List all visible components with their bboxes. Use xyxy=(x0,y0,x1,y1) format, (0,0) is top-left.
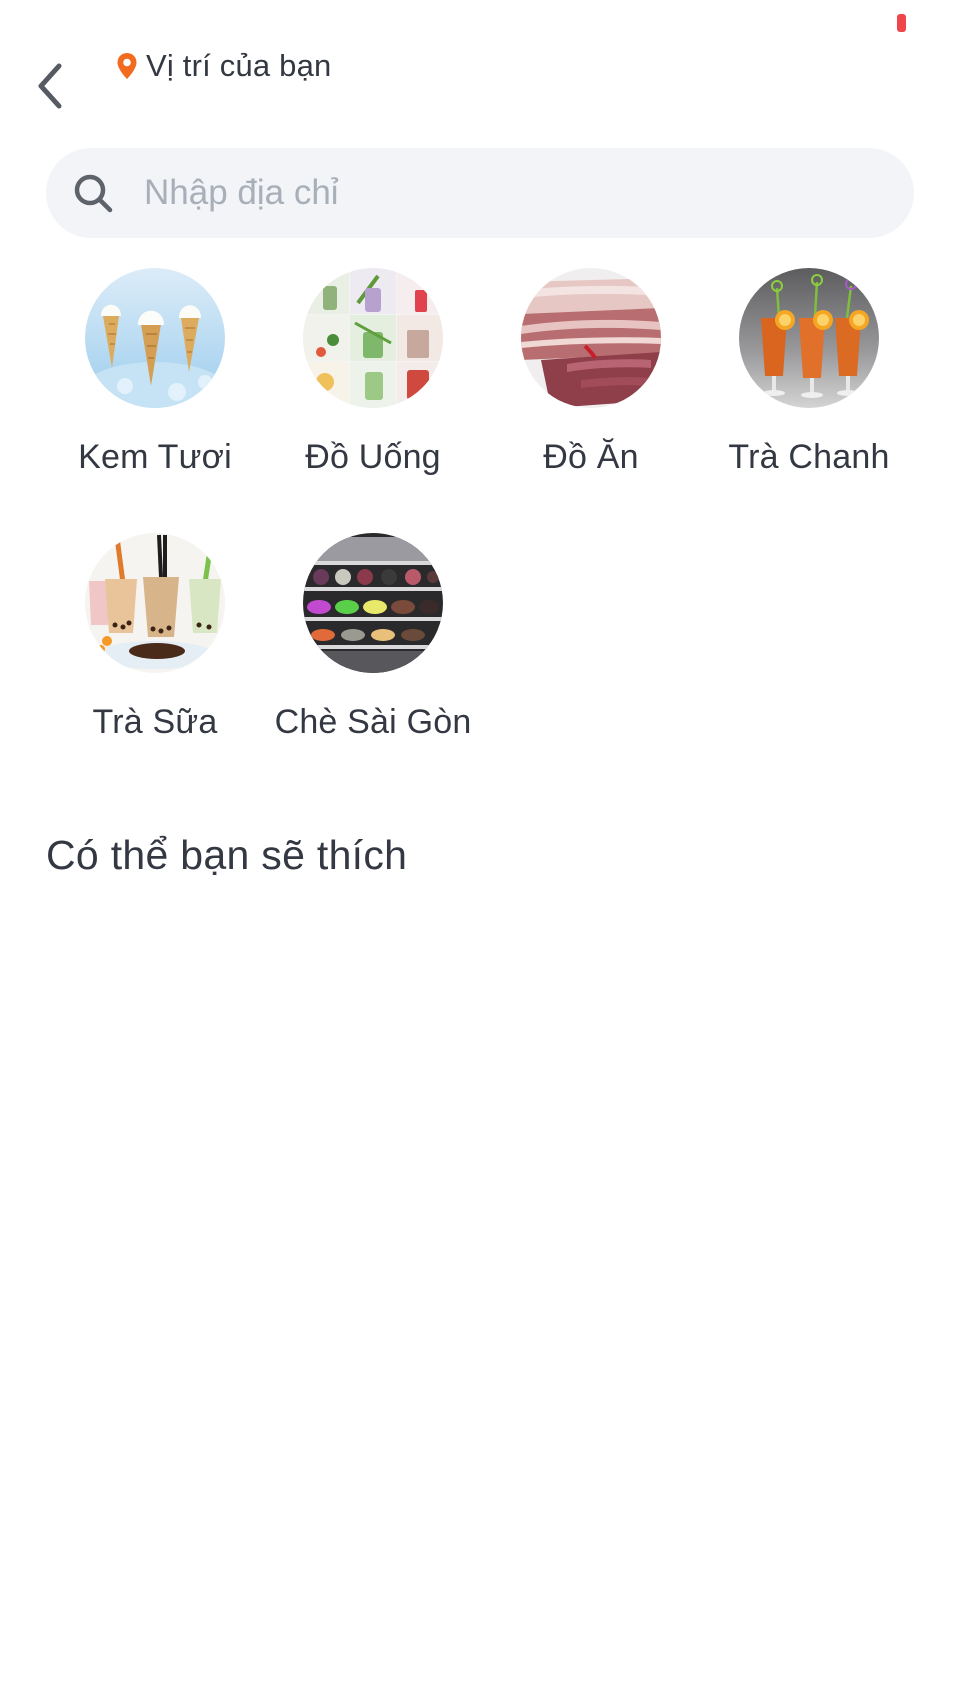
category-che-sai-gon[interactable]: Chè Sài Gòn xyxy=(264,533,482,742)
category-label: Chè Sài Gòn xyxy=(274,703,472,741)
che-display-image xyxy=(303,533,443,673)
location-label: Vị trí của bạn xyxy=(146,48,332,83)
category-kem-tuoi[interactable]: Kem Tươi xyxy=(46,268,264,477)
category-do-uong[interactable]: Đồ Uống xyxy=(264,268,482,477)
lemon-tea-image xyxy=(739,268,879,408)
category-do-an[interactable]: Đồ Ăn xyxy=(482,268,700,477)
category-label: Trà Chanh xyxy=(728,438,890,476)
map-pin-icon xyxy=(117,53,137,79)
category-tra-sua[interactable]: Trà Sữa xyxy=(46,533,264,742)
ice-cream-image xyxy=(85,268,225,408)
status-indicator xyxy=(897,14,906,32)
search-bar[interactable] xyxy=(46,148,914,238)
location-selector[interactable]: Vị trí của bạn xyxy=(116,46,331,86)
search-icon xyxy=(72,172,114,214)
drinks-collage-image xyxy=(303,268,443,408)
milk-tea-image xyxy=(85,533,225,673)
recommendations-title: Có thể bạn sẽ thích xyxy=(46,832,408,878)
category-label: Kem Tươi xyxy=(78,438,232,476)
pork-belly-image xyxy=(521,268,661,408)
category-label: Trà Sữa xyxy=(92,703,218,741)
chevron-left-icon xyxy=(38,63,62,109)
category-label: Đồ Ăn xyxy=(543,438,639,476)
category-label: Đồ Uống xyxy=(305,438,441,476)
address-search-input[interactable] xyxy=(142,172,866,214)
back-button[interactable] xyxy=(28,58,72,114)
category-tra-chanh[interactable]: Trà Chanh xyxy=(700,268,918,477)
